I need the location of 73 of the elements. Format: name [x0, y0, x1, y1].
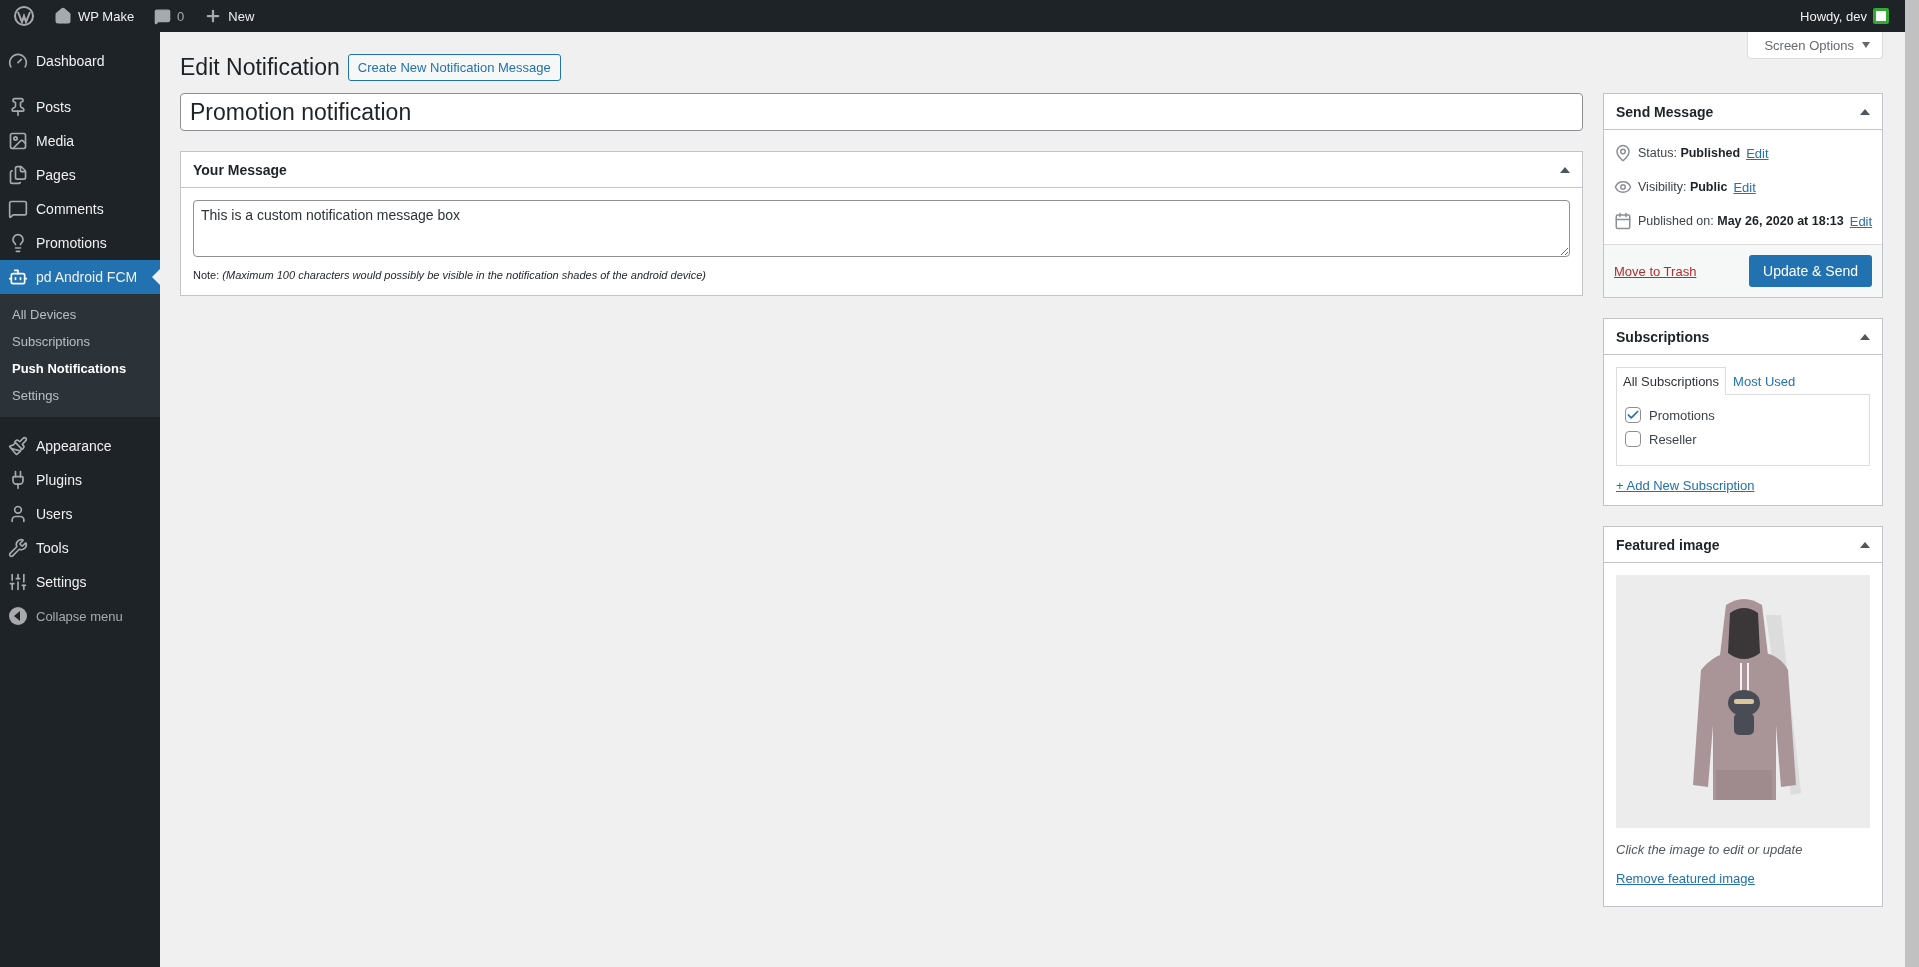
tab[interactable]: Most Used: [1726, 367, 1803, 395]
create-new-button[interactable]: Create New Notification Message: [347, 53, 561, 81]
eye-icon: [1614, 178, 1632, 196]
edit-link[interactable]: Edit: [1849, 213, 1873, 229]
menu-item[interactable]: Tools: [0, 531, 160, 565]
menu-item[interactable]: Appearance: [0, 429, 160, 463]
menu-item[interactable]: Dashboard: [0, 44, 160, 78]
checkbox[interactable]: [1625, 431, 1641, 447]
image-hint: Click the image to edit or update: [1616, 842, 1804, 857]
robot-icon: [8, 267, 28, 287]
collapse-icon: [8, 606, 28, 626]
user-icon: [8, 504, 28, 524]
note-text: Note: (Maximum 100 characters would possibly be visible in the notification shades of the android device): [193, 269, 707, 281]
menu-item[interactable]: Posts: [0, 90, 160, 124]
calendar-icon: [1614, 212, 1632, 230]
toggle-icon[interactable]: [1560, 166, 1570, 173]
speech-bubble-icon: [8, 199, 28, 219]
site-link[interactable]: WP Make: [46, 0, 143, 32]
avatar-icon: [1873, 8, 1889, 24]
speech-bubble-icon: [154, 7, 172, 25]
submenu-item[interactable]: Settings: [0, 382, 160, 409]
page-title: Edit Notification: [180, 53, 340, 81]
update-send-button[interactable]: Update & Send: [1749, 255, 1872, 287]
title-field[interactable]: Promotion notification: [180, 93, 1583, 131]
toggle-icon[interactable]: [1860, 541, 1870, 548]
wrench-icon: [8, 538, 28, 558]
media-icon: [8, 131, 28, 151]
panel-title: Subscriptions: [1616, 328, 1710, 345]
home-icon: [54, 7, 72, 25]
account-link[interactable]: Howdy, dev: [1792, 0, 1897, 32]
tab[interactable]: All Subscriptions: [1616, 367, 1727, 395]
submenu-item[interactable]: Push Notifications: [0, 355, 160, 382]
menu-item[interactable]: Settings: [0, 565, 160, 599]
menu-item[interactable]: Media: [0, 124, 160, 158]
menu-item[interactable]: pd Android FCM: [0, 260, 160, 294]
menu-item[interactable]: Comments: [0, 192, 160, 226]
checkbox-label: Reseller: [1649, 431, 1697, 447]
edit-link[interactable]: Edit: [1746, 145, 1769, 161]
info-text: Status: Published: [1638, 146, 1741, 160]
logo-icon: [14, 6, 34, 26]
panel-title: Your Message: [193, 161, 287, 178]
checkbox[interactable]: [1625, 407, 1641, 423]
toggle-icon[interactable]: [1860, 108, 1870, 115]
toggle-icon[interactable]: [1860, 333, 1870, 340]
menu-item[interactable]: Pages: [0, 158, 160, 192]
pin-icon: [8, 97, 28, 117]
collapse-menu-link[interactable]: Collapse menu: [0, 599, 160, 633]
sliders-icon: [8, 572, 28, 592]
message-field[interactable]: This is a custom notification message box: [193, 200, 1570, 257]
caret-icon: [1862, 42, 1870, 48]
panel-title: Featured image: [1616, 536, 1720, 553]
info-text: Visibility: Public: [1638, 180, 1728, 194]
submenu-item[interactable]: All Devices: [0, 301, 160, 328]
paintbrush-icon: [8, 436, 28, 456]
pin-icon: [1614, 144, 1632, 162]
info-text: Published on: May 26, 2020 at 18:13: [1638, 214, 1844, 228]
edit-link[interactable]: Edit: [1733, 179, 1756, 195]
comments-link[interactable]: 0: [146, 0, 193, 32]
add-subscription-link[interactable]: + Add New Subscription: [1616, 478, 1755, 493]
submenu-item[interactable]: Subscriptions: [0, 328, 160, 355]
new-link[interactable]: New: [196, 0, 263, 32]
trash-link[interactable]: Move to Trash: [1614, 263, 1697, 279]
pages-icon: [8, 165, 28, 185]
screen-options-button[interactable]: Screen Options: [1747, 32, 1883, 59]
menu-item[interactable]: Users: [0, 497, 160, 531]
checkbox-label: Promotions: [1649, 407, 1715, 423]
remove-image-link[interactable]: Remove featured image: [1616, 871, 1755, 886]
menu-item[interactable]: Promotions: [0, 226, 160, 260]
pointer-icon: [152, 269, 160, 285]
gauge-icon: [8, 51, 28, 71]
menu-item[interactable]: Plugins: [0, 463, 160, 497]
panel-title: Send Message: [1616, 103, 1714, 120]
scrollbar[interactable]: [1905, 0, 1919, 967]
